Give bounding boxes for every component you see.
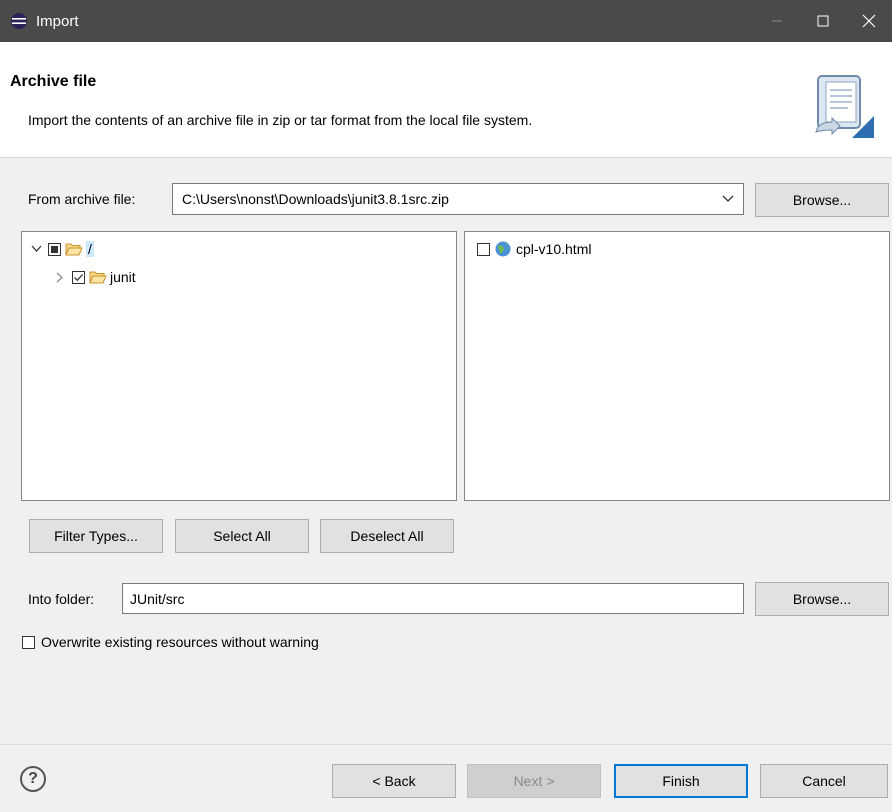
tree-item-root[interactable]: / bbox=[28, 239, 94, 259]
minimize-icon bbox=[772, 20, 782, 22]
help-icon[interactable]: ? bbox=[20, 766, 46, 792]
chevron-down-icon[interactable] bbox=[713, 195, 743, 203]
finish-button[interactable]: Finish bbox=[614, 764, 748, 798]
file-checkbox[interactable] bbox=[477, 242, 490, 256]
close-icon bbox=[862, 14, 876, 28]
tree-item-label: / bbox=[86, 241, 94, 257]
archive-file-combo[interactable]: C:\Users\nonst\Downloads\junit3.8.1src.z… bbox=[172, 183, 744, 215]
into-folder-label: Into folder: bbox=[28, 591, 95, 607]
tree-checkbox-root[interactable] bbox=[48, 242, 61, 256]
footer-separator bbox=[0, 744, 892, 745]
tree-checkbox-junit[interactable] bbox=[72, 270, 85, 284]
eclipse-icon bbox=[11, 13, 27, 29]
tree-item-label: junit bbox=[110, 269, 136, 285]
archive-import-icon bbox=[815, 75, 874, 138]
file-list[interactable]: cpl-v10.html bbox=[464, 231, 890, 501]
page-title: Archive file bbox=[10, 73, 97, 90]
back-button[interactable]: < Back bbox=[332, 764, 456, 798]
from-archive-label: From archive file: bbox=[28, 191, 136, 207]
chevron-right-icon[interactable] bbox=[52, 269, 68, 285]
overwrite-checkbox[interactable] bbox=[22, 635, 35, 649]
chevron-down-icon[interactable] bbox=[28, 241, 44, 257]
maximize-icon bbox=[817, 15, 829, 27]
wizard-banner: Archive file Import the contents of an a… bbox=[0, 42, 892, 158]
overwrite-option[interactable]: Overwrite existing resources without war… bbox=[22, 634, 319, 650]
import-dialog: Import Archive file Import the contents … bbox=[0, 0, 892, 812]
folder-open-icon bbox=[89, 271, 107, 284]
folder-tree[interactable]: / junit bbox=[21, 231, 457, 501]
cancel-button[interactable]: Cancel bbox=[760, 764, 888, 798]
filter-types-button[interactable]: Filter Types... bbox=[29, 519, 163, 553]
archive-file-value: C:\Users\nonst\Downloads\junit3.8.1src.z… bbox=[182, 191, 449, 207]
title-bar: Import bbox=[0, 0, 892, 42]
next-button[interactable]: Next > bbox=[467, 764, 601, 798]
browse-folder-button[interactable]: Browse... bbox=[755, 582, 889, 616]
list-item[interactable]: cpl-v10.html bbox=[473, 239, 591, 259]
tree-item-junit[interactable]: junit bbox=[52, 267, 136, 287]
close-button[interactable] bbox=[846, 0, 892, 42]
overwrite-label: Overwrite existing resources without war… bbox=[41, 634, 319, 650]
page-description: Import the contents of an archive file i… bbox=[28, 112, 533, 128]
file-label: cpl-v10.html bbox=[516, 241, 592, 257]
into-folder-input[interactable]: JUnit/src bbox=[122, 583, 744, 614]
browse-archive-button[interactable]: Browse... bbox=[755, 183, 889, 217]
minimize-button[interactable] bbox=[754, 0, 800, 42]
html-file-icon bbox=[495, 241, 511, 257]
folder-open-icon bbox=[65, 243, 83, 256]
window-title: Import bbox=[36, 12, 79, 30]
select-all-button[interactable]: Select All bbox=[175, 519, 309, 553]
maximize-button[interactable] bbox=[800, 0, 846, 42]
deselect-all-button[interactable]: Deselect All bbox=[320, 519, 454, 553]
